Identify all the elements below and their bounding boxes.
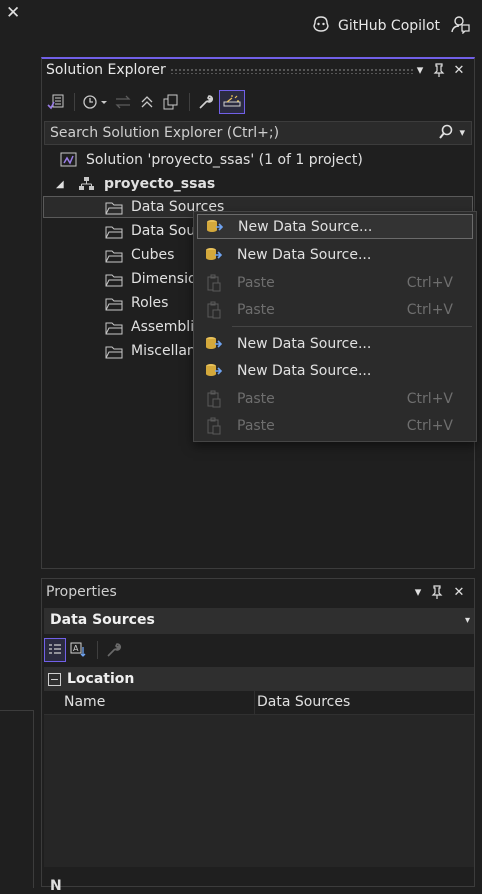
copilot-icon <box>311 15 331 37</box>
left-tool-panel <box>0 710 34 888</box>
close-icon[interactable]: ✕ <box>450 583 468 601</box>
search-options[interactable]: ▾ <box>438 124 465 140</box>
search-solution-explorer-input[interactable]: Search Solution Explorer (Ctrl+;) ▾ <box>44 121 472 145</box>
tree-item-miscellaneous[interactable]: Miscellan <box>105 340 196 362</box>
sync-icon[interactable] <box>112 90 134 114</box>
menu-item-paste[interactable]: Paste Ctrl+V <box>197 270 473 295</box>
pin-icon[interactable] <box>430 61 448 79</box>
show-all-files-icon[interactable] <box>160 90 182 114</box>
folder-icon <box>105 343 123 359</box>
feedback-icon[interactable] <box>450 14 470 38</box>
history-icon[interactable] <box>80 90 110 114</box>
property-row-name[interactable]: Name Data Sources <box>44 691 474 715</box>
property-value[interactable]: Data Sources <box>254 691 474 714</box>
solution-icon <box>60 152 78 168</box>
menu-item-new-data-source[interactable]: New Data Source... <box>197 242 473 267</box>
properties-panel: Properties ▾ ✕ Data Sources ▾ A − Locati… <box>41 578 475 887</box>
toolbar-divider <box>97 641 98 659</box>
categorized-icon[interactable] <box>44 638 66 662</box>
copilot-label: GitHub Copilot <box>337 18 440 34</box>
properties-wrench-icon[interactable] <box>195 90 217 114</box>
dropdown-icon[interactable]: ▾ <box>411 61 429 79</box>
preview-selected-icon[interactable] <box>219 90 245 114</box>
pin-icon[interactable] <box>428 583 446 601</box>
tree-item-project[interactable]: ◢ proyecto_ssas <box>56 173 215 195</box>
menu-item-new-data-source[interactable]: New Data Source... <box>197 214 473 239</box>
tree-item-assemblies[interactable]: Assemblie <box>105 316 203 338</box>
folder-icon <box>105 271 123 287</box>
menu-item-paste[interactable]: Paste Ctrl+V <box>197 386 473 411</box>
folder-icon <box>105 199 123 215</box>
menu-item-new-data-source[interactable]: New Data Source... <box>197 331 473 356</box>
project-icon <box>78 176 96 192</box>
data-source-icon <box>201 245 227 265</box>
title-grip[interactable] <box>170 68 415 74</box>
paste-icon <box>201 273 227 293</box>
data-source-icon <box>201 334 227 354</box>
tree-item-label: Miscellan <box>131 343 196 359</box>
folder-icon <box>105 295 123 311</box>
category-location[interactable]: − Location <box>44 667 474 691</box>
object-selector[interactable]: Data Sources ▾ <box>44 608 474 634</box>
tree-item-label: Data Sou <box>131 223 196 239</box>
folder-icon <box>105 319 123 335</box>
menu-item-new-data-source[interactable]: New Data Source... <box>197 358 473 383</box>
tree-item-solution[interactable]: Solution 'proyecto_ssas' (1 of 1 project… <box>60 149 363 171</box>
paste-icon <box>201 300 227 320</box>
title-bar: GitHub Copilot <box>0 0 482 50</box>
tree-item-label: Dimensio <box>131 271 197 287</box>
tree-item-label: Assemblie <box>131 319 203 335</box>
property-name: Name <box>64 694 106 710</box>
switch-views-icon[interactable] <box>45 90 67 114</box>
paste-icon <box>201 416 227 436</box>
properties-title: Properties <box>46 584 117 600</box>
property-grid: − Location Name Data Sources <box>44 667 474 867</box>
tree-item-label: Cubes <box>131 247 175 263</box>
tree-item-data-source-views[interactable]: Data Sou <box>105 220 195 242</box>
chevron-down-icon: ▾ <box>459 125 465 139</box>
menu-item-paste[interactable]: Paste Ctrl+V <box>197 413 473 438</box>
chevron-down-icon: ▾ <box>464 615 470 626</box>
toolbar-divider <box>74 93 75 111</box>
expand-arrow-icon[interactable]: ◢ <box>56 179 78 190</box>
data-source-icon <box>202 217 228 237</box>
solution-explorer-title: Solution Explorer <box>46 62 166 78</box>
alphabetical-icon[interactable]: A <box>68 638 90 662</box>
dropdown-icon[interactable]: ▾ <box>409 583 427 601</box>
close-icon[interactable]: ✕ <box>450 61 468 79</box>
tree-item-cubes[interactable]: Cubes <box>105 244 174 266</box>
svg-text:A: A <box>73 644 79 653</box>
tree-item-dimensions[interactable]: Dimensio <box>105 268 197 290</box>
tree-item-roles[interactable]: Roles <box>105 292 168 314</box>
collapse-all-icon[interactable] <box>136 90 158 114</box>
search-placeholder: Search Solution Explorer (Ctrl+;) <box>50 125 280 141</box>
menu-item-paste[interactable]: Paste Ctrl+V <box>197 297 473 322</box>
folder-icon <box>105 223 123 239</box>
project-label: proyecto_ssas <box>104 176 216 192</box>
context-menu: New Data Source... New Data Source... Pa… <box>193 211 477 442</box>
data-source-icon <box>201 361 227 381</box>
search-icon <box>439 124 453 139</box>
github-copilot-button[interactable]: GitHub Copilot <box>311 15 440 37</box>
property-pages-wrench-icon[interactable] <box>103 638 125 662</box>
close-icon[interactable]: ✕ <box>6 3 20 23</box>
selected-object: Data Sources <box>50 612 155 628</box>
folder-icon <box>105 247 123 263</box>
tree-item-label: Roles <box>131 295 169 311</box>
menu-separator <box>232 326 472 327</box>
toolbar-divider <box>189 93 190 111</box>
solution-explorer-toolbar <box>45 89 247 115</box>
paste-icon <box>201 389 227 409</box>
properties-toolbar: A <box>44 637 127 663</box>
collapse-icon[interactable]: − <box>48 672 61 686</box>
description-title: N <box>50 878 62 894</box>
solution-label: Solution 'proyecto_ssas' (1 of 1 project… <box>86 152 363 168</box>
